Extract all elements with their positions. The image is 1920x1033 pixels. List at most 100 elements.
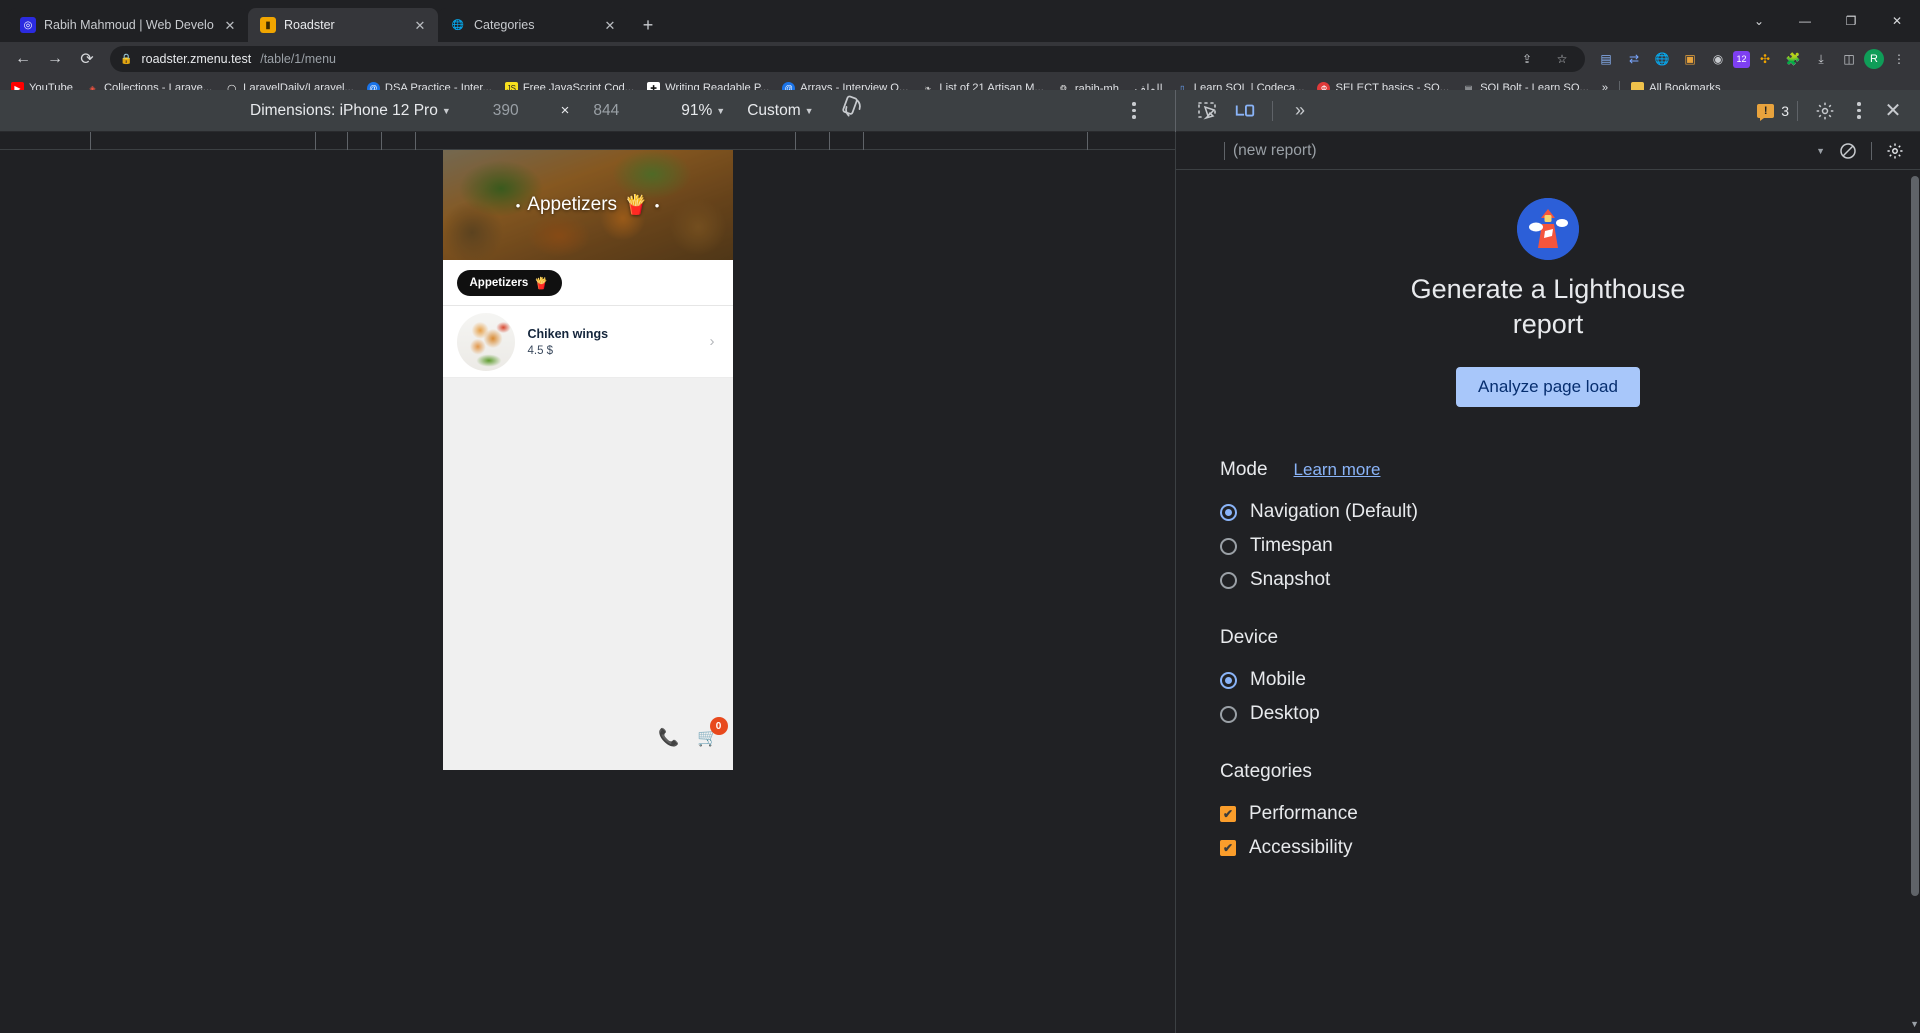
extension-grid-icon[interactable]: ▤ [1593,46,1619,72]
clear-icon[interactable] [1833,136,1863,166]
sidepanel-icon[interactable]: ◫ [1836,46,1862,72]
viewport-width-input[interactable]: 390 [493,102,519,120]
window-minimize-icon[interactable]: — [1782,4,1828,38]
chevron-down-icon: ▼ [1816,145,1825,156]
checkbox-icon[interactable]: ✔ [1220,806,1236,823]
browser-tab-1[interactable]: ▮ Roadster ✕ [248,8,438,42]
menu-item-thumbnail [456,312,515,371]
report-select-value: (new report) [1233,141,1317,159]
globe-icon[interactable]: 🌐 [1649,46,1675,72]
mode-option-timespan[interactable]: Timespan [1220,529,1920,563]
download-icon[interactable]: ⤓ [1808,46,1834,72]
inspect-element-icon[interactable] [1188,92,1226,130]
chevron-down-icon[interactable]: ▼ [442,106,451,116]
gear-icon[interactable] [1806,92,1844,130]
cart-icon[interactable]: 🛒 0 [697,717,728,748]
browser-menu-icon[interactable]: ⋮ [1886,46,1912,72]
menu-item-name: Chiken wings [527,326,609,341]
device-toolbar-icon[interactable] [1226,92,1264,130]
hero-title: Appetizers [527,194,618,215]
option-label: Mobile [1250,669,1306,691]
emulated-phone-viewport[interactable]: • Appetizers 🍟 • Appetizers 🍟 Chiken win… [442,150,733,770]
device-option-desktop[interactable]: Desktop [1220,697,1920,731]
window-maximize-icon[interactable]: ❐ [1828,4,1874,38]
divider [1224,141,1225,160]
mode-header: Mode Learn more [1220,459,1920,481]
mode-option-navigation[interactable]: Navigation (Default) [1220,495,1920,529]
zoom-level-label[interactable]: 91% [681,102,712,120]
scroll-down-arrow-icon[interactable]: ▼ [1910,1019,1919,1029]
reload-icon[interactable]: ⟳ [72,45,102,73]
browser-toolbar: ← → ⟳ 🔒 roadster.zmenu.test /table/1/men… [0,42,1920,76]
analyze-page-load-button[interactable]: Analyze page load [1456,367,1640,408]
tab-title: Roadster [284,18,335,32]
lighthouse-scrollbar[interactable]: ▼ [1910,174,1919,1029]
url-host: roadster.zmenu.test [141,52,252,66]
category-option-accessibility[interactable]: ✔ Accessibility [1220,831,1920,865]
device-toolbar-menu-icon[interactable] [1119,96,1149,126]
report-select[interactable]: (new report) ▼ [1233,142,1833,160]
tab-close-icon[interactable]: ✕ [602,17,618,33]
new-tab-button[interactable]: + [634,11,662,39]
devtools-body: • Appetizers 🍟 • Appetizers 🍟 Chiken win… [0,132,1920,1033]
bullet-right: • [654,197,660,213]
warning-count-badge[interactable]: ! 3 [1757,102,1789,121]
window-close-icon[interactable]: ✕ [1874,4,1920,38]
checkbox-icon[interactable]: ✔ [1220,840,1236,857]
devtools-panel-bar: » ! 3 ✕ [1175,89,1920,132]
warning-count: 3 [1781,102,1789,119]
lighthouse-content: Generate a Lighthouse report Analyze pag… [1176,170,1920,1033]
back-icon[interactable]: ← [8,45,38,73]
puzzle-color-icon[interactable]: ✣ [1752,46,1778,72]
device-header: Device [1220,627,1920,649]
window-minimize-caret-icon[interactable]: ⌄ [1736,4,1782,38]
throttling-label[interactable]: Custom [747,102,800,120]
radio-icon[interactable] [1220,671,1237,689]
chevron-down-icon[interactable]: ▼ [805,106,814,116]
radio-icon[interactable] [1220,571,1237,589]
menu-item-row[interactable]: Chiken wings 4.5 $ › [442,306,733,378]
image-icon[interactable]: ▣ [1677,46,1703,72]
option-label: Performance [1249,803,1358,825]
tab-title: Rabih Mahmoud | Web Develop [44,18,214,32]
tab-close-icon[interactable]: ✕ [412,17,428,33]
device-dimensions-label[interactable]: Dimensions: iPhone 12 Pro [250,102,438,120]
bullet-left: • [515,197,521,213]
tab-title: Categories [474,18,535,32]
scrollbar-thumb[interactable] [1911,176,1919,896]
chevron-down-icon[interactable]: ▼ [716,106,725,116]
translate-icon[interactable]: ⇄ [1621,46,1647,72]
window-controls: ⌄ — ❐ ✕ [1736,0,1920,42]
phone-icon[interactable]: 📞 [658,728,679,748]
chevron-right-icon[interactable]: › [710,333,719,350]
category-chip-appetizers[interactable]: Appetizers 🍟 [456,269,562,296]
new-report-plus-icon[interactable]: plus-icon [1186,136,1216,166]
radio-icon[interactable] [1220,503,1237,521]
fries-emoji-icon: 🍟 [624,195,648,216]
close-icon[interactable]: ✕ [1874,92,1912,130]
browser-tab-2[interactable]: 🌐 Categories ✕ [438,8,628,42]
star-icon[interactable]: ☆ [1549,46,1575,72]
puzzle-icon[interactable]: 🧩 [1780,46,1806,72]
radio-icon[interactable] [1220,705,1237,723]
profile-avatar[interactable]: R [1864,49,1884,69]
device-option-mobile[interactable]: Mobile [1220,663,1920,697]
browser-tab-0[interactable]: ◎ Rabih Mahmoud | Web Develop ✕ [8,8,248,42]
mode-option-snapshot[interactable]: Snapshot [1220,563,1920,597]
more-panels-icon[interactable]: » [1281,92,1319,130]
mode-learn-more-link[interactable]: Learn more [1294,460,1381,480]
rotate-device-icon[interactable] [840,95,866,126]
viewport-height-input[interactable]: 844 [593,102,619,120]
gear-icon[interactable] [1880,136,1910,166]
lighthouse-settings-form: Mode Learn more Navigation (Default) Tim… [1176,459,1920,865]
forward-icon[interactable]: → [40,45,70,73]
shield-12-icon[interactable]: 12 [1733,50,1750,68]
devtools-menu-icon[interactable] [1844,96,1874,126]
radio-icon[interactable] [1220,537,1237,555]
record-icon[interactable]: ◉ [1705,46,1731,72]
category-option-performance[interactable]: ✔ Performance [1220,797,1920,831]
share-icon[interactable]: ⇪ [1514,46,1540,72]
address-bar[interactable]: 🔒 roadster.zmenu.test /table/1/menu ⇪ ☆ [110,46,1585,72]
tab-close-icon[interactable]: ✕ [222,17,238,33]
lighthouse-hero: Generate a Lighthouse report Analyze pag… [1176,198,1920,408]
